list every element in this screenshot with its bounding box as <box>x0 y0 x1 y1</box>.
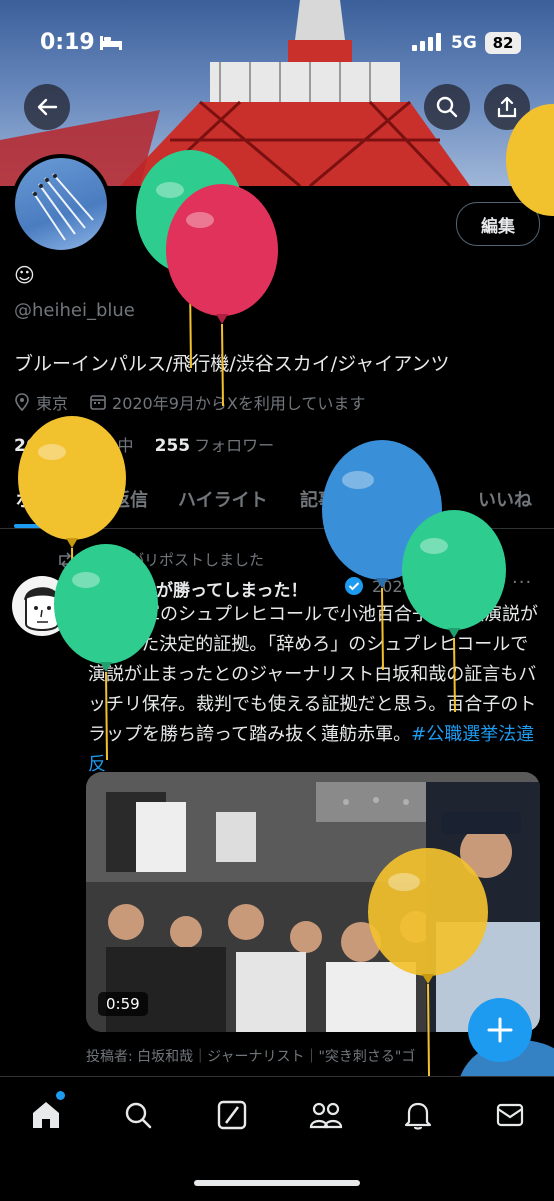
signal-icon <box>412 33 441 51</box>
nav-notifications[interactable] <box>398 1095 438 1135</box>
profile-meta: 東京 2020年9月からXを利用しています <box>14 390 365 414</box>
following-label: フォロー中 <box>53 436 134 455</box>
battery-indicator: 82 <box>485 32 521 54</box>
user-handle: @heihei_blue <box>14 300 135 321</box>
nav-search[interactable] <box>118 1095 158 1135</box>
profile-tabs: ポスト 返信 ハイライト 記事 メディア いいね <box>0 470 554 529</box>
location-text: 東京 <box>36 394 69 413</box>
video-duration: 0:59 <box>98 992 148 1016</box>
compose-button[interactable] <box>468 998 532 1062</box>
followers-link[interactable]: 255 フォロワー <box>154 436 275 456</box>
share-icon <box>497 96 517 118</box>
search-button[interactable] <box>424 84 470 130</box>
blue-impulse-image <box>32 173 94 241</box>
back-button[interactable] <box>24 84 70 130</box>
follow-stats: 261 フォロー中 255 フォロワー <box>14 432 274 456</box>
nav-grok[interactable] <box>212 1095 252 1135</box>
home-icon <box>33 1102 59 1128</box>
display-name: ☺ <box>14 263 35 287</box>
bell-icon <box>404 1102 432 1130</box>
nav-communities[interactable] <box>306 1095 346 1135</box>
repost-indicator: あなたがリポストしました <box>56 549 264 570</box>
more-options-icon[interactable]: ··· <box>512 572 532 593</box>
post-video[interactable] <box>86 772 540 1032</box>
following-count: 261 <box>14 436 50 456</box>
post-author-avatar[interactable] <box>12 576 72 636</box>
post-author-name[interactable]: また正義が勝ってしまった！ <box>88 576 307 601</box>
following-link[interactable]: 261 フォロー中 <box>14 436 139 456</box>
location-icon <box>15 393 29 411</box>
verified-badge-icon <box>345 577 363 595</box>
tokyo-tower-image <box>0 0 470 186</box>
profile-banner[interactable] <box>0 0 554 186</box>
notification-dot <box>56 1091 65 1100</box>
home-indicator <box>194 1180 360 1186</box>
video-credit: 投稿者: 白坂和哉｜ジャーナリスト｜"突き刺さる"ゴ <box>86 1049 416 1065</box>
repost-icon <box>59 551 73 568</box>
post-text: 蓮舫赤軍のシュプレヒコールで小池百合子の街頭演説が止まった決定的証拠。「辞めろ」… <box>88 600 540 780</box>
network-label: 5G <box>451 33 477 53</box>
tab-articles[interactable]: 記事 <box>300 486 336 512</box>
search-icon <box>436 96 458 118</box>
arrow-left-icon <box>37 98 58 116</box>
tab-posts[interactable]: ポスト <box>16 486 70 512</box>
profile-avatar[interactable] <box>11 154 111 254</box>
active-tab-indicator <box>14 524 70 528</box>
crowd-video-thumbnail <box>86 772 540 1032</box>
communities-icon <box>309 1102 343 1129</box>
profile-bio: ブルーインパルス/飛行機/渋谷スカイ/ジャイアンツ <box>14 353 450 375</box>
share-button[interactable] <box>484 84 530 130</box>
nav-home[interactable] <box>26 1095 66 1135</box>
tab-highlights[interactable]: ハイライト <box>178 486 268 512</box>
mail-icon <box>496 1103 524 1127</box>
followers-count: 255 <box>154 436 191 456</box>
plus-icon <box>487 1017 513 1043</box>
cartoon-face-image <box>24 587 60 631</box>
post-date: 2024/07/06 <box>372 577 465 596</box>
repost-label: あなたがリポストしました <box>84 551 265 569</box>
joined-text: 2020年9月からXを利用しています <box>112 394 366 413</box>
calendar-icon <box>90 395 106 410</box>
tab-media[interactable]: メディア <box>366 486 437 512</box>
edit-profile-button[interactable]: 編集 <box>456 202 540 246</box>
tab-likes[interactable]: いいね <box>478 486 532 512</box>
status-time: 0:19 <box>40 30 95 55</box>
grok-icon <box>217 1100 247 1130</box>
tab-replies[interactable]: 返信 <box>112 486 148 512</box>
search-icon <box>125 1102 152 1129</box>
sleep-mode-icon <box>100 36 122 50</box>
followers-label: フォロワー <box>194 436 275 455</box>
nav-messages[interactable] <box>490 1095 530 1135</box>
